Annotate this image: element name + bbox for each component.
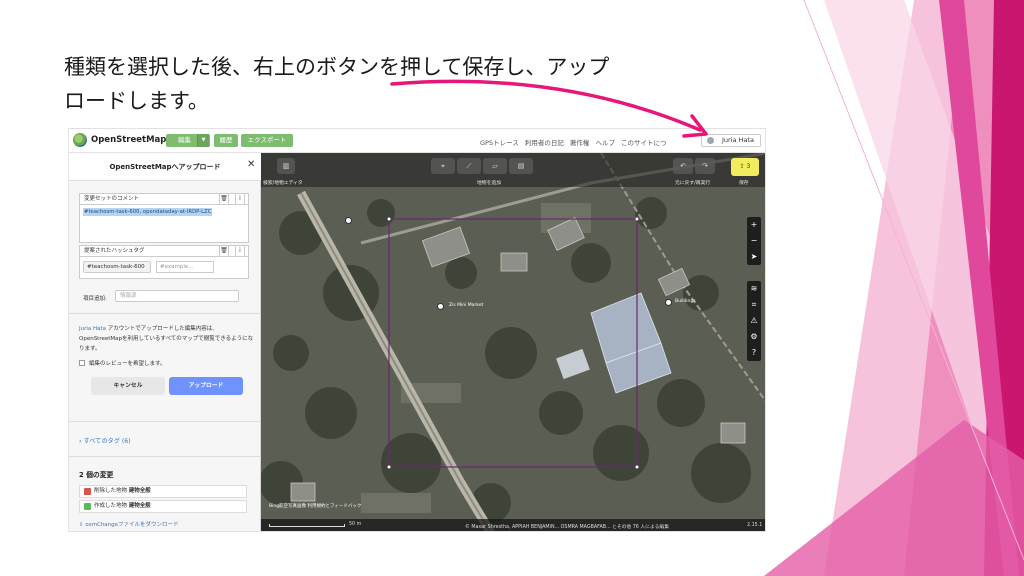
map-view[interactable]: ▥ 検索/地物エディタ ⌖ ⟋ ▱ ▤ 地物を追加 ↶ ↷ 元に戻す/再実行 ⇪…	[261, 153, 765, 531]
deleted-icon	[84, 488, 91, 495]
divider	[69, 313, 261, 314]
user-menu[interactable]: Juria Hata	[701, 134, 761, 147]
upload-info-text: Juria Hata アカウントでアップロードした編集内容は、OpenStree…	[79, 324, 254, 354]
review-label: 編集のレビューを希望します。	[89, 361, 166, 367]
comment-textarea[interactable]: #teachosm-task-600, opendataday-at-IRDP-…	[79, 205, 249, 243]
poi-market-label: Zis Mini Market	[449, 303, 484, 308]
hashtag-input[interactable]: #example...	[156, 261, 214, 273]
download-label: osmChangeファイルをダウンロード	[85, 522, 179, 528]
poi-marker-icon[interactable]	[665, 299, 672, 306]
changes-title: 2 個の変更	[79, 471, 114, 479]
undo-button[interactable]: ↶	[673, 158, 693, 174]
slide-title-line-1: 種類を選択した後、右上のボタンを押して保存し、アップ	[64, 55, 610, 79]
list-item[interactable]: 削除した地物 建物全般	[79, 485, 247, 498]
divider	[69, 421, 261, 422]
add-point-button[interactable]: ⌖	[431, 158, 455, 174]
poi-building-label: Buildings	[675, 299, 696, 304]
save-label: 保存	[739, 181, 749, 186]
save-button[interactable]: ⇪ 3	[731, 158, 759, 176]
history-button[interactable]: 履歴	[214, 134, 238, 147]
map-data-icon[interactable]: ⌗	[747, 297, 761, 313]
scale-text: 50 m	[349, 522, 362, 527]
nav-links[interactable]: GPSトレース 利用者の日記 著作権 ヘルプ このサイトにつ	[480, 137, 667, 147]
panel-title: OpenStreetMapへアップロード	[109, 163, 221, 171]
layers-icon[interactable]: ≋	[747, 281, 761, 297]
redo-button[interactable]: ↷	[695, 158, 715, 174]
imagery-label[interactable]: Bing航空写真画像 利用規約とフィードバック	[269, 503, 361, 509]
add-field-select[interactable]: 情報源	[115, 290, 239, 302]
download-link[interactable]: ⇩ osmChangeファイルをダウンロード	[79, 520, 179, 528]
add-note-button[interactable]: ▤	[509, 158, 533, 174]
close-icon[interactable]: ✕	[247, 159, 255, 170]
version-text: 2.15.1	[747, 523, 763, 528]
all-tags-toggle[interactable]: › すべてのタグ (6)	[79, 436, 131, 445]
osm-logo-icon	[73, 133, 87, 147]
brand-name: OpenStreetMap	[91, 135, 167, 145]
change-name: 建物全般	[128, 503, 151, 509]
created-icon	[84, 503, 91, 510]
map-toolbar: ▥ 検索/地物エディタ ⌖ ⟋ ▱ ▤ 地物を追加 ↶ ↷ 元に戻す/再実行 ⇪…	[261, 153, 765, 187]
upload-icon: ⇪	[739, 163, 747, 170]
change-name: 建物全般	[128, 488, 151, 494]
trash-icon[interactable]: 🗑	[219, 245, 229, 257]
upload-panel: OpenStreetMapへアップロード ✕ 変更セットのコメント 🗑 i #t…	[69, 153, 261, 531]
review-checkbox[interactable]	[79, 360, 85, 366]
zoom-in-icon[interactable]: +	[747, 217, 761, 233]
info-icon[interactable]: i	[235, 245, 245, 257]
all-tags-label: すべてのタグ (6)	[83, 438, 131, 445]
slide-title-line-2: ロードします。	[64, 89, 209, 113]
hashtag-chip[interactable]: #teachosm-task-600	[83, 261, 151, 273]
info-icon[interactable]: i	[235, 193, 245, 205]
sidebar-toggle-label: 検索/地物エディタ	[263, 181, 303, 186]
add-area-button[interactable]: ▱	[483, 158, 507, 174]
scale-bar	[269, 524, 345, 527]
export-button[interactable]: エクスポート	[241, 134, 293, 147]
slide-title: 種類を選択した後、右上のボタンを押して保存し、アップ ロードします。	[64, 50, 754, 118]
add-field-label: 項目追加:	[83, 296, 107, 302]
sidebar-toggle-button[interactable]: ▥	[277, 158, 295, 174]
attribution-text[interactable]: © Maxar Shrestha, APPIAH BENJAMIN... OSM…	[465, 523, 669, 530]
map-footer: 50 m © Maxar Shrestha, APPIAH BENJAMIN..…	[261, 519, 765, 531]
preferences-icon[interactable]: ⚙	[747, 329, 761, 345]
upload-button[interactable]: アップロード	[169, 377, 243, 395]
top-navbar: OpenStreetMap 編集 ▼ 履歴 エクスポート GPSトレース 利用者…	[69, 129, 765, 153]
save-count: 3	[746, 163, 751, 170]
geolocate-icon[interactable]: ➤	[747, 249, 761, 265]
divider	[69, 456, 261, 457]
change-type: 作成した地物	[94, 503, 128, 509]
list-item[interactable]: 作成した地物 建物全般	[79, 500, 247, 513]
add-feature-label: 地物を追加	[477, 181, 501, 186]
change-type: 削除した地物	[94, 488, 128, 494]
hashtag-field: #teachosm-task-600 #example...	[79, 257, 249, 279]
slide-decoration	[764, 0, 1024, 576]
zoom-out-icon[interactable]: −	[747, 233, 761, 249]
cancel-button[interactable]: キャンセル	[91, 377, 165, 395]
help-icon[interactable]: ?	[747, 345, 761, 361]
osm-screenshot: OpenStreetMap 編集 ▼ 履歴 エクスポート GPSトレース 利用者…	[68, 128, 766, 532]
user-link[interactable]: Juria Hata	[79, 326, 106, 332]
poi-marker-icon[interactable]	[437, 303, 444, 310]
zoom-controls: + − ➤	[747, 217, 761, 265]
comment-text: #teachosm-task-600, opendataday-at-IRDP-…	[83, 208, 213, 216]
panel-header: OpenStreetMapへアップロード ✕	[69, 153, 261, 181]
info-sentence: アカウントでアップロードした編集内容は、OpenStreetMapを利用している…	[79, 326, 254, 352]
issues-icon[interactable]: ⚠	[747, 313, 761, 329]
map-panes-controls: ≋ ⌗ ⚠ ⚙ ?	[747, 281, 761, 361]
add-line-button[interactable]: ⟋	[457, 158, 481, 174]
undo-redo-label: 元に戻す/再実行	[675, 181, 711, 186]
satellite-imagery	[261, 153, 765, 531]
poi-marker-icon[interactable]	[345, 217, 352, 224]
trash-icon[interactable]: 🗑	[219, 193, 229, 205]
chevron-down-icon[interactable]: ▼	[197, 134, 209, 147]
